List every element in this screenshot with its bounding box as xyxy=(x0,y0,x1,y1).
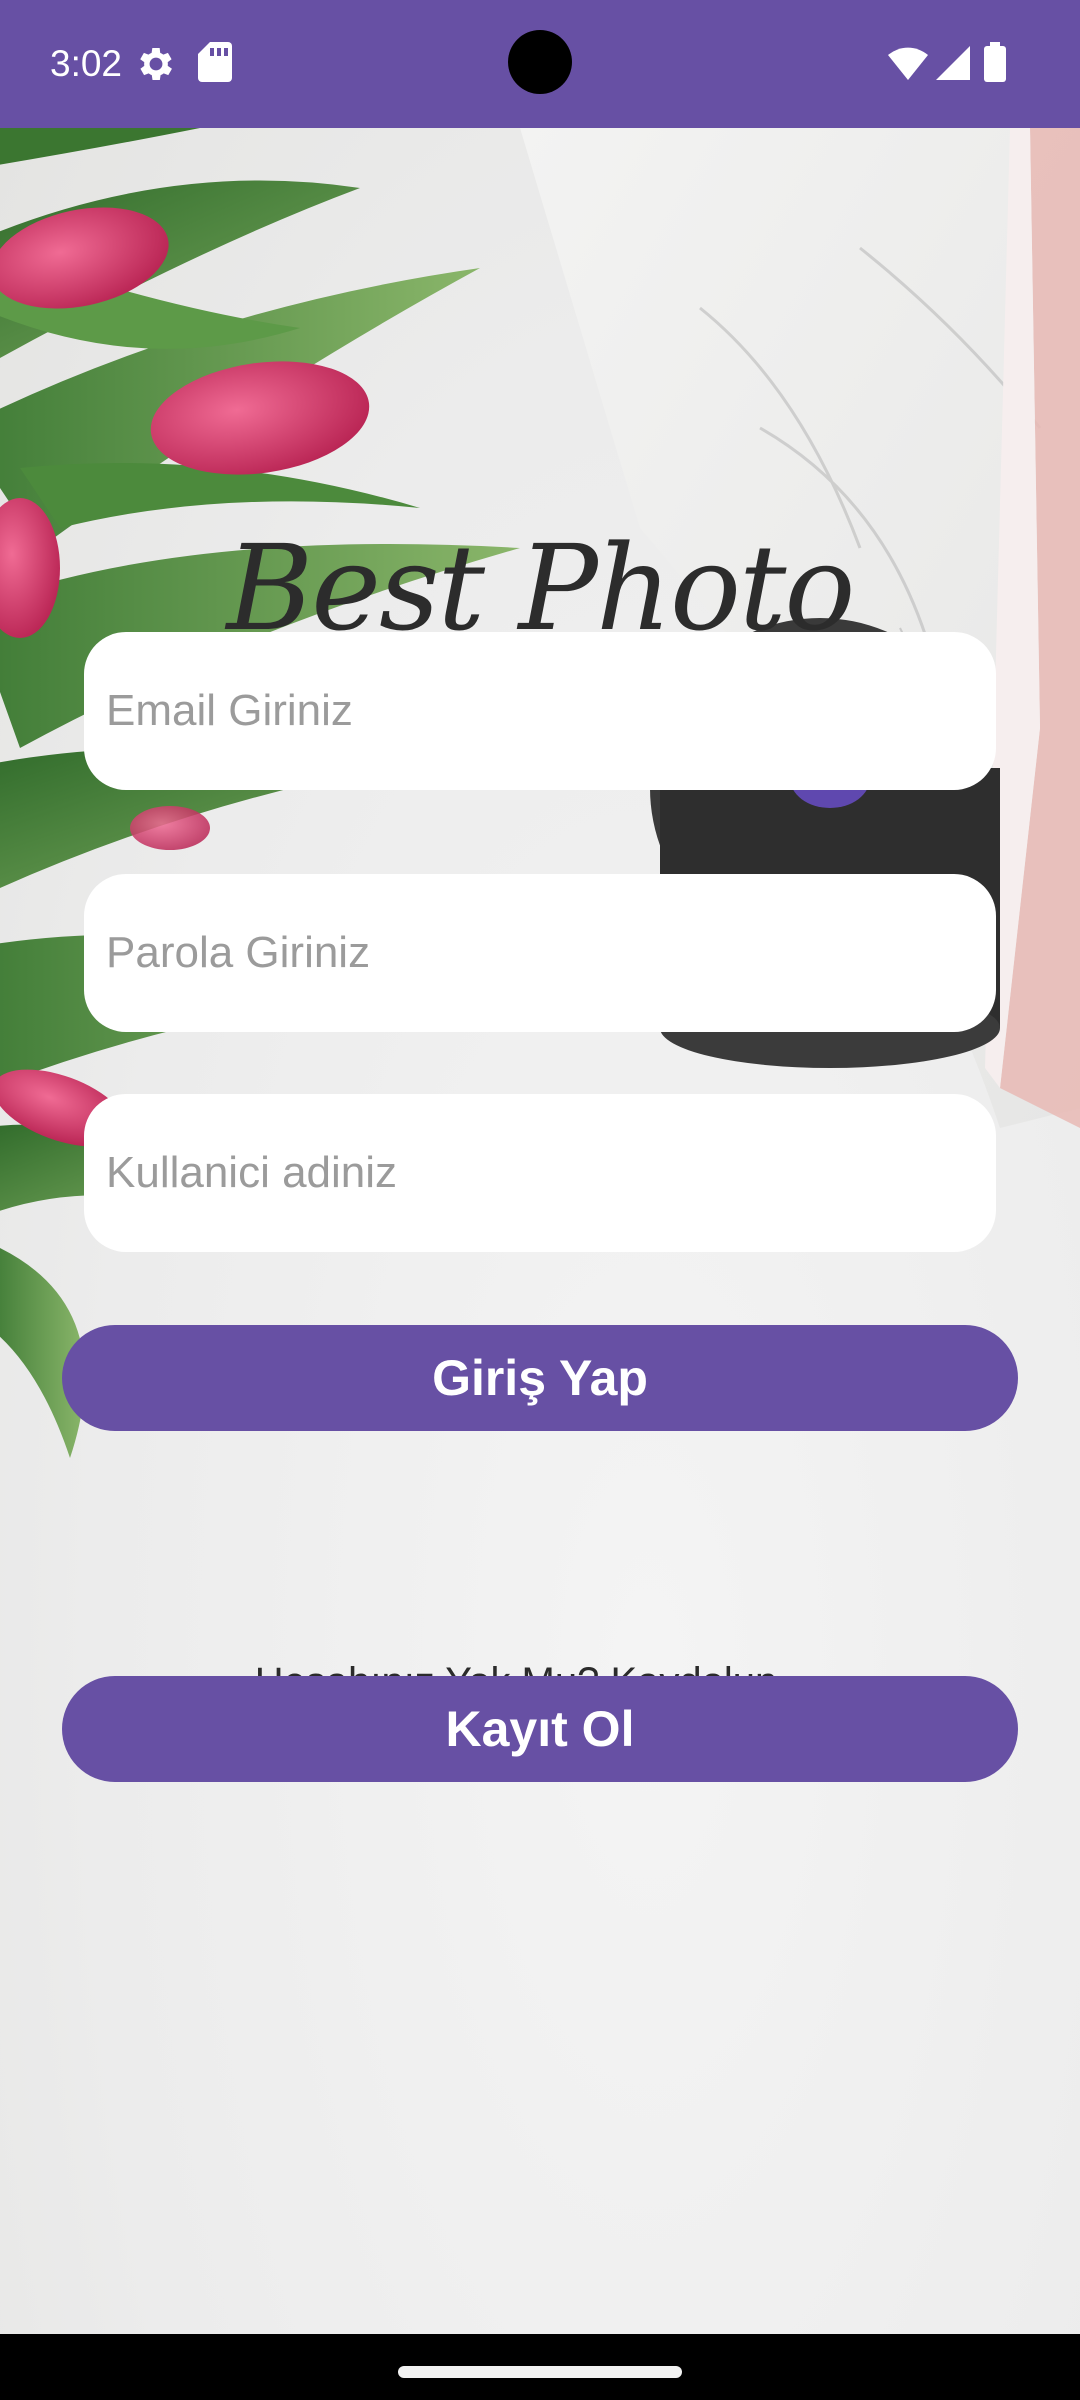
login-screen: Best Photo Giriş Yap Hesabınız Yok Mu? K… xyxy=(0,128,1080,2334)
settings-gear-icon xyxy=(134,42,178,91)
password-field-container xyxy=(84,874,996,1032)
front-camera-cutout xyxy=(508,30,572,94)
sd-card-icon xyxy=(198,42,232,87)
navigation-bar xyxy=(0,2334,1080,2400)
username-field-container xyxy=(84,1094,996,1252)
status-time: 3:02 xyxy=(50,43,123,84)
email-field[interactable] xyxy=(84,632,996,790)
login-button[interactable]: Giriş Yap xyxy=(62,1325,1018,1431)
username-field[interactable] xyxy=(84,1094,996,1252)
password-field[interactable] xyxy=(84,874,996,1032)
battery-icon xyxy=(984,42,1006,87)
home-gesture-handle[interactable] xyxy=(398,2366,682,2378)
email-field-container xyxy=(84,632,996,790)
cellular-signal-icon xyxy=(936,46,970,85)
register-button[interactable]: Kayıt Ol xyxy=(62,1676,1018,1782)
wifi-icon xyxy=(888,46,928,85)
status-bar: 3:02 xyxy=(0,0,1080,128)
